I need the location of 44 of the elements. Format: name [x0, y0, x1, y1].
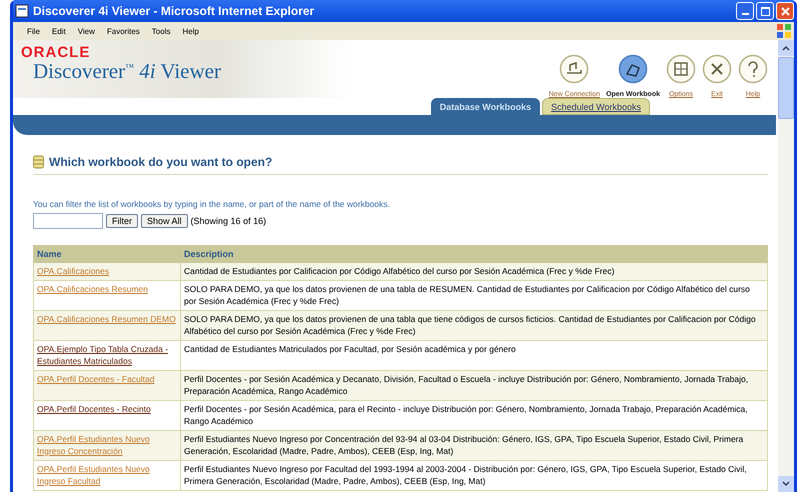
- filter-instructions: You can filter the list of workbooks by typing in the name, or part of the name of the workbooks.: [33, 199, 391, 209]
- column-header: Description: [180, 246, 768, 262]
- help-icon[interactable]: [738, 54, 768, 84]
- maximize-button[interactable]: [756, 2, 774, 20]
- filter-input[interactable]: [33, 213, 103, 229]
- description-cell: Perfil Estudiantes Nuevo Ingreso por Concentración del 93-94 al 03-04 Distribución: Género, IGS, GPA, Tipo Escuela Superior, Estado Civil, Primera Generación, Escolaridad (Madre, Padre, Ambos), CEEB (Esp, Ing, Mat): [180, 430, 768, 461]
- menu-item[interactable]: View: [78, 26, 95, 36]
- page-heading: Which workbook do you want to open?: [49, 155, 272, 169]
- show-all-button[interactable]: Show All: [141, 214, 188, 228]
- scroll-thumb[interactable]: [778, 57, 794, 119]
- maximize-icon: [760, 6, 770, 16]
- minimize-icon: [742, 13, 748, 15]
- workbook-icon[interactable]: [618, 54, 648, 84]
- close-icon: [780, 6, 790, 16]
- column-header: Name: [34, 246, 180, 262]
- close-button[interactable]: [776, 2, 794, 20]
- product-title: Discoverer$^{™}$ 4i Viewer: [32, 61, 222, 82]
- close-icon[interactable]: [702, 54, 732, 84]
- description-cell: SOLO PARA DEMO, ya que los datos provienen de una tabla que tiene códigos de cursos ficticios. Cantidad de Estudiantes por Calificacion por Código Alfabético del curso por Sesión Académica (Frec y %de Frec): [180, 310, 768, 341]
- tab[interactable]: Database Workbooks: [430, 98, 540, 115]
- database-icon: [33, 155, 44, 169]
- menu-item[interactable]: Tools: [152, 26, 170, 36]
- window-title: Discoverer 4i Viewer - Microsoft Internet Explorer: [33, 4, 316, 18]
- description-cell: Perfil Estudiantes Nuevo Ingreso por Facultad del 1993-1994 al 2003-2004 - Distribución por: Género, IGS, GPA, Tipo Escuela Superior, Estado Civil, Primera Generación, Escolaridad (Madre, Padre, Ambos), CEEB (Esp, Ing, Mat): [180, 460, 768, 491]
- windows-logo-icon: [776, 23, 792, 39]
- chevron-up-icon: [782, 45, 790, 51]
- chevron-down-icon: [782, 481, 790, 487]
- menu-item[interactable]: File: [27, 26, 40, 36]
- scroll-down-button[interactable]: [778, 476, 794, 492]
- menu-item[interactable]: Favorites: [106, 26, 140, 36]
- description-cell: Perfil Docentes - por Sesión Académica y Decanato, División, Facultad o Escuela - incluye Distribución por: Género, Nombramiento, Jornada Trabajo, Preparación Académica, Rango Académico: [180, 370, 768, 401]
- options-icon[interactable]: [666, 54, 696, 84]
- result-count: (Showing 16 of 16): [190, 216, 266, 226]
- description-cell: Cantidad de Estudiantes por Calificacion por Código Alfabético del curso por Sesión Académica (Frec y %de Frec): [180, 262, 768, 281]
- company-logo: ORACLE: [21, 44, 92, 61]
- menu-item[interactable]: Edit: [52, 26, 66, 36]
- connection-icon[interactable]: [559, 54, 590, 84]
- tab[interactable]: Scheduled Workbooks: [542, 98, 650, 115]
- filter-button[interactable]: Filter: [106, 214, 138, 228]
- scrollbar[interactable]: [778, 40, 794, 492]
- scroll-up-button[interactable]: [778, 40, 794, 56]
- menu-item[interactable]: Help: [182, 26, 199, 36]
- page-icon: [15, 4, 29, 18]
- minimize-button[interactable]: [736, 2, 754, 20]
